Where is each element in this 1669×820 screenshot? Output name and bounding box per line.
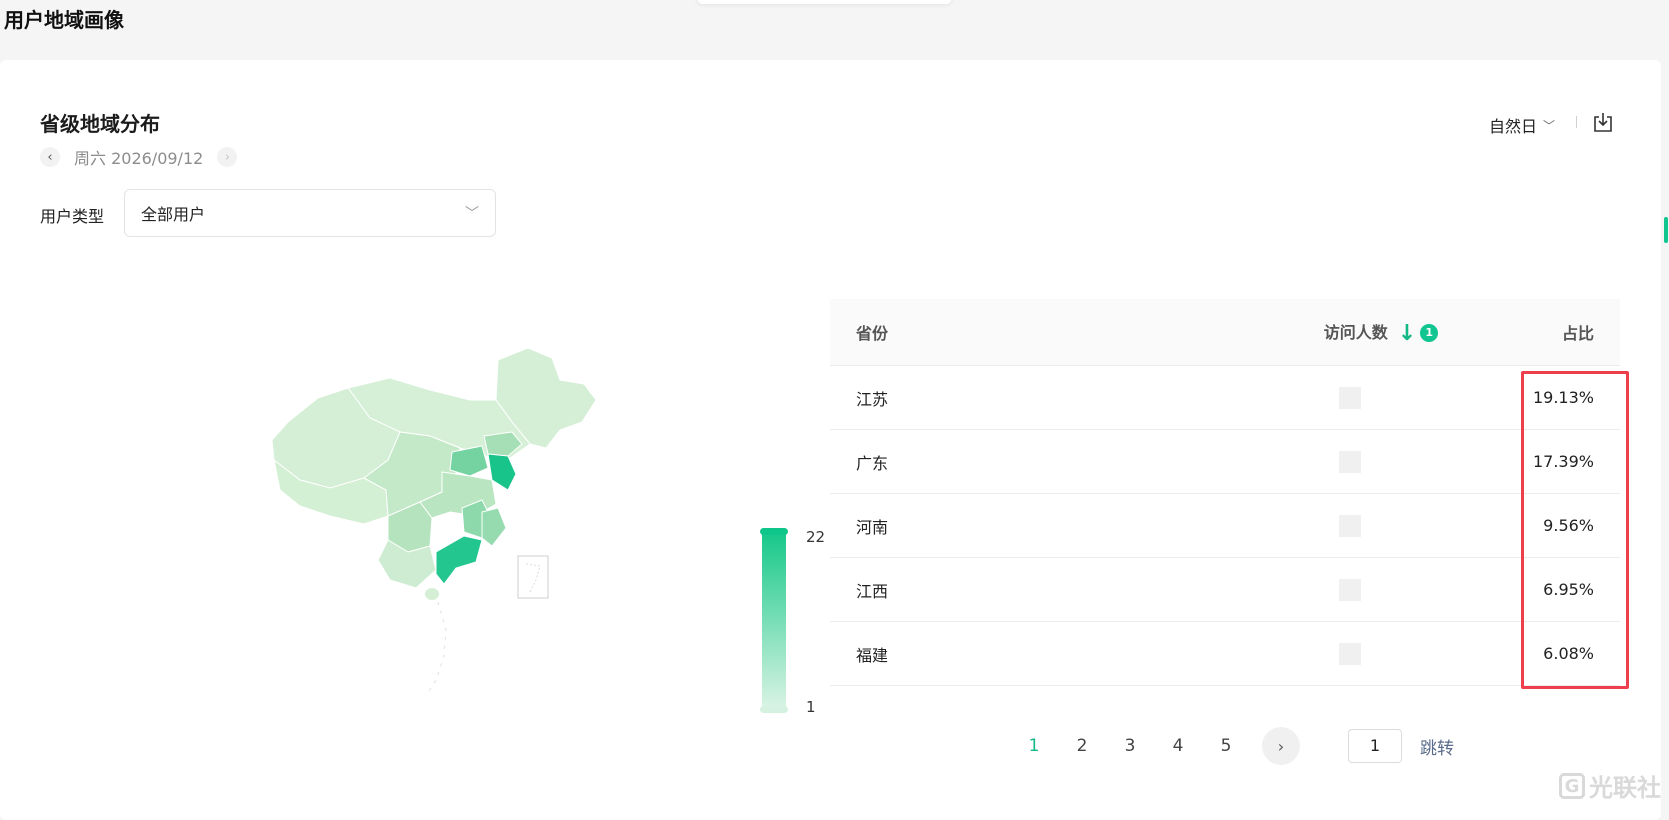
cell-province: 江西 [856,581,889,601]
arrow-down-icon[interactable]: ↓ [1398,321,1416,346]
watermark-logo: G [1559,772,1585,799]
user-type-label: 用户类型 [40,207,105,226]
page-1[interactable]: 1 [1010,736,1058,756]
map-region-hainan [425,588,439,600]
ratio-highlight-box [1521,371,1629,689]
cell-visits-redacted [1338,578,1361,601]
page-2[interactable]: 2 [1058,736,1106,756]
period-value: 自然日 [1489,117,1538,136]
sort-order-badge: 1 [1420,324,1439,342]
page-5[interactable]: 5 [1202,736,1250,756]
scrollbar-thumb[interactable] [1664,217,1668,243]
export-icon[interactable] [1592,111,1614,133]
cell-province: 河南 [856,517,889,537]
province-table: 省份 访问人数 ↓ 1 占比 江苏 19.13% 广东 17.39% 河南 9.56… [830,299,1620,686]
table-row: 福建 6.08% [830,622,1620,686]
cell-visits-redacted [1338,514,1361,537]
scrollbar[interactable] [1661,60,1669,805]
next-date-button[interactable]: › [217,147,238,167]
map-region-fujian [481,507,507,547]
legend-gradient-bar[interactable] [762,532,786,707]
chevron-down-icon: ﹀ [1543,118,1556,133]
divider [1576,116,1577,128]
table-row: 江苏 19.13% [830,366,1620,430]
china-map [271,347,597,697]
page-title: 用户地域画像 [4,8,124,32]
current-date: 周六 2026/09/12 [74,149,204,168]
jump-button[interactable]: 跳转 [1420,734,1454,759]
table-header: 省份 访问人数 ↓ 1 占比 [830,299,1620,366]
map-southsea-dashes [425,601,447,697]
section-title: 省级地域分布 [40,112,160,136]
map-inset-box [517,555,549,599]
table-row: 广东 17.39% [830,430,1620,494]
user-type-select[interactable]: 全部用户 ﹀ [124,189,496,237]
page-4[interactable]: 4 [1154,736,1202,756]
cell-province: 广东 [856,453,889,473]
cell-visits-redacted [1338,386,1361,409]
table-row: 河南 9.56% [830,494,1620,558]
chevron-right-icon: › [224,149,230,165]
page-3[interactable]: 3 [1106,736,1154,756]
watermark-text: 光联社 [1589,774,1661,802]
chevron-left-icon: ‹ [47,149,53,165]
legend-max-label: 22 [806,528,826,546]
pagination: 1 2 3 4 5 › 1 跳转 [1010,727,1454,765]
date-navigator: ‹ 周六 2026/09/12 › [40,146,238,168]
chevron-down-icon: ﹀ [465,206,479,222]
header-ratio: 占比 [1561,324,1594,343]
legend-min-label: 1 [806,698,816,716]
map-inset-islands [525,563,541,593]
map-region-guangdong [435,535,483,585]
period-select[interactable]: 自然日 ﹀ [1489,113,1555,137]
top-tab-edge [697,0,952,4]
table-row: 江西 6.95% [830,558,1620,622]
cell-province: 福建 [856,645,889,665]
page-jump-input[interactable]: 1 [1348,729,1402,763]
map-legend: 22 1 [760,528,830,718]
legend-handle-min[interactable] [760,706,788,713]
next-page-button[interactable]: › [1262,727,1300,765]
cell-visits-redacted [1338,450,1361,473]
header-province: 省份 [856,324,889,343]
chevron-right-icon: › [1277,736,1285,756]
user-type-value: 全部用户 [141,205,206,224]
header-visits[interactable]: 访问人数 ↓ 1 [1085,319,1439,346]
header-visits-label: 访问人数 [1323,322,1388,342]
cell-province: 江苏 [856,389,889,409]
cell-visits-redacted [1338,642,1361,665]
watermark: G 光联社 [1559,768,1661,803]
prev-date-button[interactable]: ‹ [40,147,60,167]
legend-handle-max[interactable] [760,528,788,535]
